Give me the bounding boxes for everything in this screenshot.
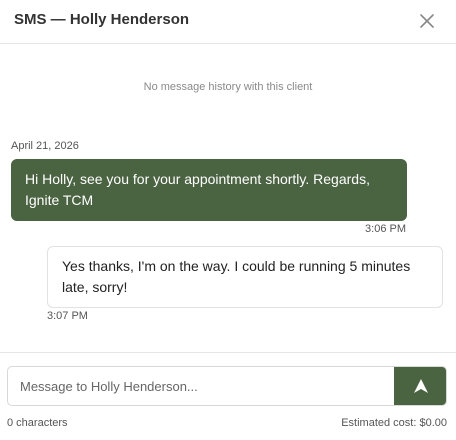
outgoing-message-time: 3:06 PM — [365, 223, 406, 235]
send-icon — [414, 379, 428, 393]
incoming-message-bubble: Yes thanks, I'm on the way. I could be r… — [47, 246, 443, 308]
outgoing-message-bubble: Hi Holly, see you for your appointment s… — [11, 159, 407, 221]
empty-history-note: No message history with this client — [143, 81, 313, 93]
dialog-header: SMS — Holly Henderson — [0, 0, 456, 44]
footer-divider — [0, 352, 456, 353]
estimated-cost: Estimated cost: $0.00 — [341, 417, 447, 429]
conversation-area[interactable]: No message history with this client Apri… — [0, 45, 456, 351]
date-label: April 21, 2026 — [11, 140, 79, 152]
message-composer — [7, 366, 447, 406]
close-icon — [420, 14, 434, 28]
message-input[interactable] — [8, 367, 394, 405]
incoming-message-time: 3:07 PM — [47, 310, 88, 322]
close-button[interactable] — [416, 10, 438, 32]
dialog-title: SMS — Holly Henderson — [14, 11, 190, 28]
send-button[interactable] — [394, 367, 446, 405]
